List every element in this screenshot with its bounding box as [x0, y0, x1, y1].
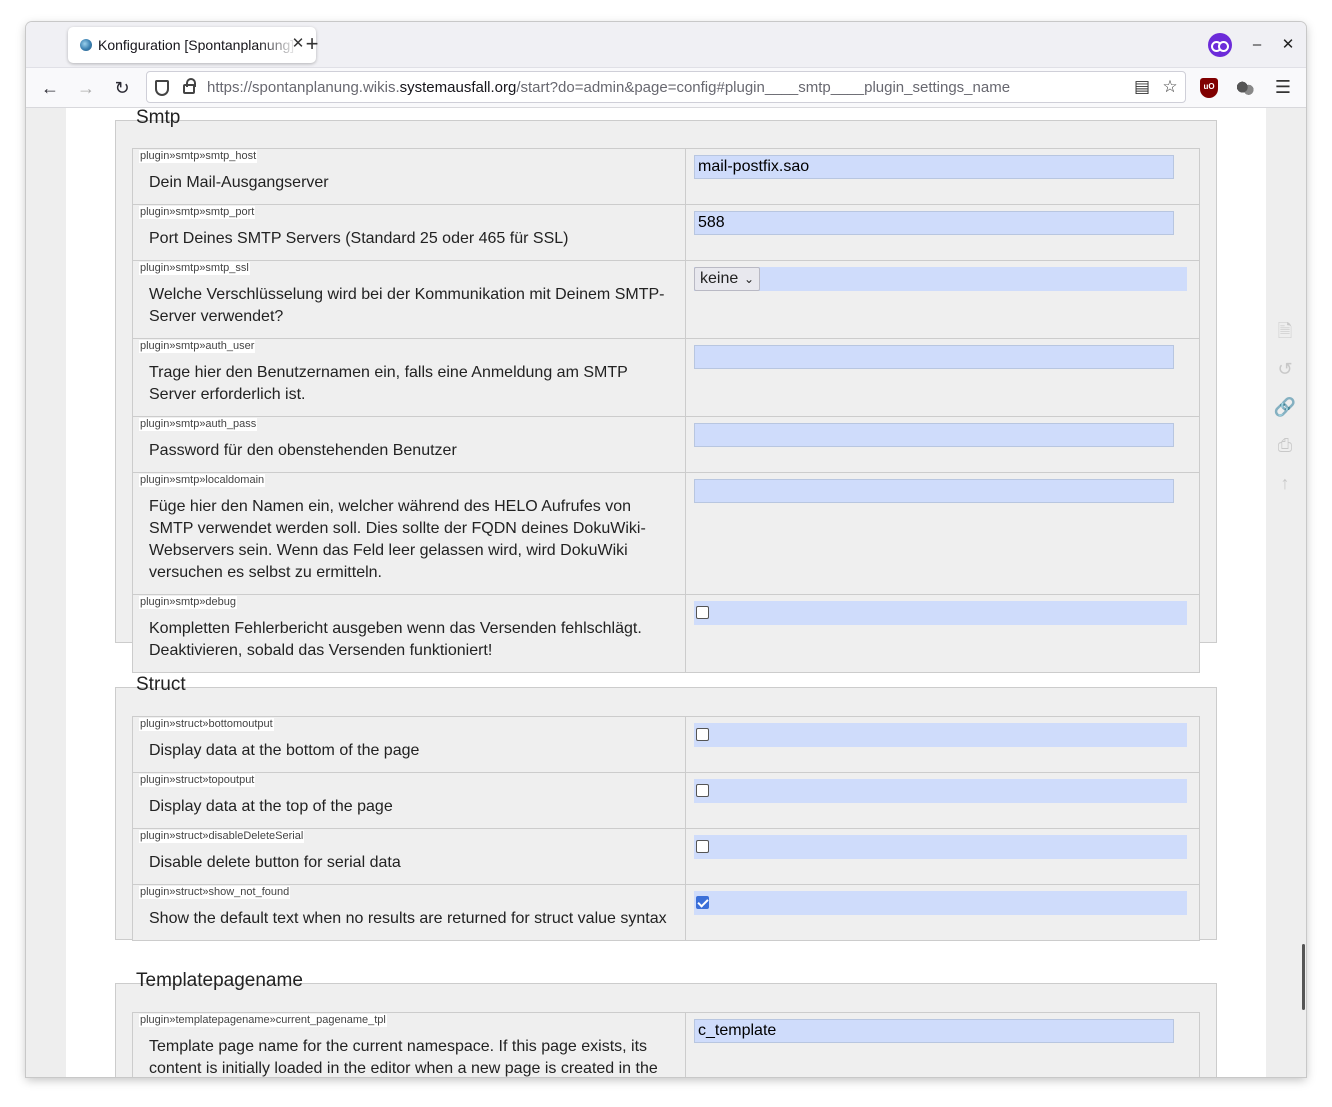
reload-icon[interactable]: ↻	[108, 74, 136, 102]
url-text[interactable]: https://spontanplanung.wikis.systemausfa…	[207, 79, 1010, 96]
current-pagename-tpl-input[interactable]	[694, 1019, 1175, 1043]
setting-key: plugin»struct»bottomoutput	[139, 718, 274, 731]
back-arrow-icon[interactable]: ←	[36, 74, 64, 102]
smtp-host-input[interactable]	[694, 155, 1174, 179]
minimize-button[interactable]: –	[1245, 33, 1269, 57]
struct-settings-table: plugin»struct»bottomoutput Display data a…	[132, 716, 1200, 941]
navigation-bar: ← → ↻ https://spontanplanung.wikis.syste…	[26, 68, 1306, 108]
setting-row: plugin»smtp»auth_pass Password für den ob…	[132, 416, 1200, 473]
backlinks-icon[interactable]: 🔗	[1272, 394, 1298, 420]
auth-pass-input[interactable]	[694, 423, 1174, 447]
setting-row: plugin»smtp»auth_user Trage hier den Benu…	[132, 338, 1200, 417]
ublock-origin-icon[interactable]: uO	[1200, 78, 1218, 98]
templatepagename-fieldset: Templatepagename plugin»templatepagename…	[115, 970, 1217, 1077]
setting-label: Welche Verschlüsselung wird bei der Komm…	[149, 286, 665, 325]
back-to-top-icon[interactable]: ↑	[1272, 470, 1298, 496]
show-not-found-checkbox[interactable]	[696, 896, 709, 909]
smtp-port-input[interactable]	[694, 211, 1174, 235]
setting-label: Kompletten Fehlerbericht ausgeben wenn d…	[149, 620, 642, 659]
setting-key: plugin»smtp»localdomain	[139, 474, 266, 487]
setting-row: plugin»struct»bottomoutput Display data a…	[132, 716, 1200, 773]
smtp-section-title: Smtp	[131, 108, 185, 128]
bottomoutput-checkbox[interactable]	[696, 728, 709, 741]
page-viewport: Smtp plugin»smtp»smtp_host Dein Mail-Ausg…	[26, 108, 1306, 1077]
reader-view-icon[interactable]: ▤	[1131, 76, 1153, 98]
topoutput-checkbox[interactable]	[696, 784, 709, 797]
smtp-settings-table: plugin»smtp»smtp_host Dein Mail-Ausgangse…	[132, 148, 1200, 673]
setting-key: plugin»templatepagename»current_pagename…	[139, 1014, 387, 1027]
setting-key: plugin»smtp»auth_pass	[139, 418, 258, 431]
setting-key: plugin»struct»topoutput	[139, 774, 256, 787]
disable-delete-serial-field	[694, 835, 1187, 859]
templatepagename-section-title: Templatepagename	[132, 970, 307, 991]
setting-key: plugin»struct»show_not_found	[139, 886, 291, 899]
setting-label: Füge hier den Namen ein, welcher während…	[149, 498, 646, 581]
close-window-button[interactable]: ✕	[1276, 33, 1300, 57]
setting-row: plugin»struct»disableDeleteSerial Disable…	[132, 828, 1200, 885]
setting-row: plugin»smtp»smtp_ssl Welche Verschlüsselu…	[132, 260, 1200, 339]
old-revisions-icon[interactable]: ↺	[1272, 356, 1298, 382]
forward-arrow-icon[interactable]: →	[72, 74, 100, 102]
topoutput-field	[694, 779, 1187, 803]
setting-row: plugin»smtp»smtp_port Port Deines SMTP Se…	[132, 204, 1200, 261]
setting-label: Password für den obenstehenden Benutzer	[149, 442, 457, 459]
localdomain-input[interactable]	[694, 479, 1174, 503]
hamburger-menu-icon[interactable]: ☰	[1272, 76, 1294, 98]
disable-delete-serial-checkbox[interactable]	[696, 840, 709, 853]
setting-row: plugin»struct»show_not_found Show the def…	[132, 884, 1200, 941]
auth-user-input[interactable]	[694, 345, 1174, 369]
chevron-down-icon: ⌄	[743, 272, 754, 286]
setting-label: Disable delete button for serial data	[149, 854, 401, 871]
setting-row: plugin»struct»topoutput Display data at t…	[132, 772, 1200, 829]
setting-key: plugin»smtp»smtp_port	[139, 206, 256, 219]
extension-icon[interactable]	[1236, 79, 1254, 97]
setting-label: Dein Mail-Ausgangserver	[149, 174, 329, 191]
tab-title: Konfiguration [Spontanplanung]	[98, 37, 295, 53]
scrollbar[interactable]	[1302, 944, 1305, 1010]
new-tab-button[interactable]: +	[300, 33, 324, 57]
setting-key: plugin»struct»disableDeleteSerial	[139, 830, 305, 843]
setting-row: plugin»smtp»localdomain Füge hier den Nam…	[132, 472, 1200, 595]
setting-row: plugin»smtp»smtp_host Dein Mail-Ausgangse…	[132, 148, 1200, 205]
active-tab[interactable]: Konfiguration [Spontanplanung] ✕	[68, 27, 316, 63]
templatepagename-settings-table: plugin»templatepagename»current_pagename…	[131, 1012, 1200, 1077]
setting-label: Trage hier den Benutzernamen ein, falls …	[149, 364, 628, 403]
url-domain: systemausfall.org	[399, 79, 517, 96]
setting-key: plugin»smtp»debug	[139, 596, 238, 609]
tab-strip: Konfiguration [Spontanplanung] ✕ + – ✕	[26, 22, 1306, 68]
setting-row: plugin»templatepagename»current_pagename…	[131, 1012, 1200, 1077]
page-tools: 🗎 ↺ 🔗 ⎙ ↑	[1272, 318, 1298, 508]
setting-label: Template page name for the current names…	[149, 1038, 658, 1077]
url-path: /start?do=admin&page=config#plugin____sm…	[516, 79, 1011, 96]
setting-label: Display data at the bottom of the page	[149, 742, 420, 759]
site-favicon-icon	[80, 39, 92, 51]
page-content: Smtp plugin»smtp»smtp_host Dein Mail-Ausg…	[66, 108, 1266, 1077]
tracking-protection-shield-icon[interactable]	[155, 80, 169, 96]
setting-key: plugin»smtp»smtp_ssl	[139, 262, 250, 275]
smtp-fieldset: Smtp plugin»smtp»smtp_host Dein Mail-Ausg…	[115, 108, 1217, 673]
setting-label: Display data at the top of the page	[149, 798, 393, 815]
smtp-ssl-field: keine ⌄	[694, 267, 1187, 291]
setting-key: plugin»smtp»auth_user	[139, 340, 256, 353]
setting-key: plugin»smtp»smtp_host	[139, 150, 258, 163]
show-not-found-field	[694, 891, 1187, 915]
setting-label: Port Deines SMTP Servers (Standard 25 od…	[149, 230, 569, 247]
browser-window: Konfiguration [Spontanplanung] ✕ + – ✕ ←…	[26, 22, 1306, 1077]
bottomoutput-field	[694, 723, 1187, 747]
smtp-ssl-select[interactable]: keine ⌄	[694, 267, 760, 291]
debug-checkbox[interactable]	[696, 606, 709, 619]
export-pdf-icon[interactable]: ⎙	[1272, 432, 1298, 458]
struct-section-title: Struct	[132, 674, 190, 695]
select-value: keine	[700, 270, 739, 287]
url-bar[interactable]: https://spontanplanung.wikis.systemausfa…	[146, 71, 1186, 103]
setting-label: Show the default text when no results ar…	[149, 910, 667, 927]
show-page-icon[interactable]: 🗎	[1272, 318, 1298, 344]
private-browsing-icon	[1208, 33, 1232, 57]
url-prefix: https://spontanplanung.wikis.	[207, 79, 400, 96]
lock-icon[interactable]	[183, 78, 196, 94]
struct-fieldset: Struct plugin»struct»bottomoutput Display…	[115, 674, 1217, 941]
debug-field	[694, 601, 1187, 625]
setting-row: plugin»smtp»debug Kompletten Fehlerberich…	[132, 594, 1200, 673]
bookmark-star-icon[interactable]: ☆	[1159, 76, 1181, 98]
